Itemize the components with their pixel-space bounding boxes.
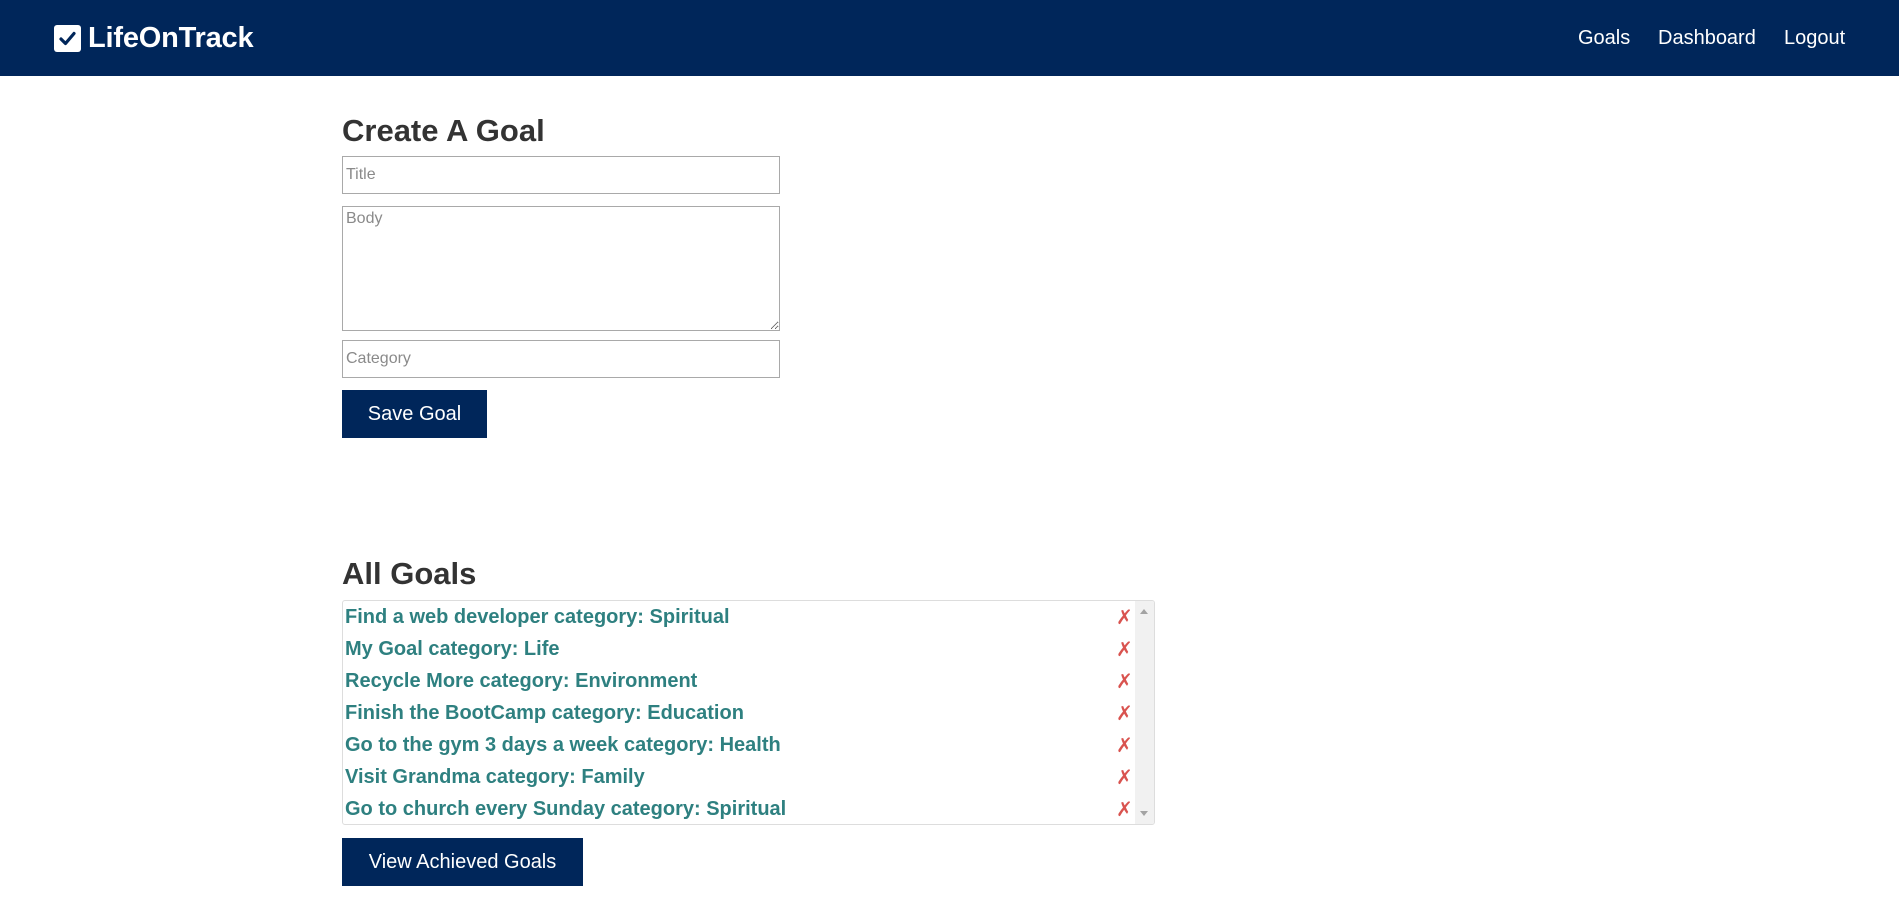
delete-icon[interactable]: ✗ [1116, 797, 1133, 821]
navbar: LifeOnTrack Goals Dashboard Logout [0, 0, 1899, 76]
delete-icon[interactable]: ✗ [1116, 605, 1133, 629]
goal-list-item: Go to the gym 3 days a week category: He… [343, 729, 1135, 761]
body-textarea[interactable] [342, 206, 780, 331]
goal-list-item: Find a web developer category: Spiritual… [343, 601, 1135, 633]
all-goals-heading: All Goals [342, 556, 477, 591]
delete-icon[interactable]: ✗ [1116, 669, 1133, 693]
goal-link[interactable]: Go to church every Sunday category: Spir… [345, 798, 786, 821]
goal-list-item: My Goal category: Life ✗ [343, 633, 1135, 665]
scroll-up-arrow-icon[interactable] [1140, 609, 1148, 614]
create-goal-heading: Create A Goal [342, 113, 545, 148]
delete-icon[interactable]: ✗ [1116, 733, 1133, 757]
brand-link[interactable]: LifeOnTrack [54, 20, 254, 56]
goal-list-item: Recycle More category: Environment ✗ [343, 665, 1135, 697]
checkbox-icon [54, 24, 81, 52]
goal-link[interactable]: Find a web developer category: Spiritual [345, 606, 730, 629]
title-input[interactable] [342, 156, 780, 194]
goal-link[interactable]: Visit Grandma category: Family [345, 766, 645, 789]
goal-list[interactable]: Find a web developer category: Spiritual… [342, 600, 1155, 825]
category-input[interactable] [342, 340, 780, 378]
view-achieved-goals-button[interactable]: View Achieved Goals [342, 838, 583, 886]
delete-icon[interactable]: ✗ [1116, 765, 1133, 789]
goal-list-scrollbar[interactable] [1135, 601, 1154, 824]
goal-link[interactable]: My Goal category: Life [345, 638, 560, 661]
goal-list-item: Visit Grandma category: Family ✗ [343, 761, 1135, 793]
delete-icon[interactable]: ✗ [1116, 701, 1133, 725]
brand-name: LifeOnTrack [88, 21, 254, 54]
nav-goals-link[interactable]: Goals [1578, 25, 1630, 51]
nav-logout-link[interactable]: Logout [1784, 25, 1845, 51]
nav-dashboard-link[interactable]: Dashboard [1658, 25, 1756, 51]
goal-list-item: Finish the BootCamp category: Education … [343, 697, 1135, 729]
goal-link[interactable]: Recycle More category: Environment [345, 670, 697, 693]
scroll-down-arrow-icon[interactable] [1140, 811, 1148, 816]
goal-link[interactable]: Finish the BootCamp category: Education [345, 702, 744, 725]
goal-list-item: Go to church every Sunday category: Spir… [343, 793, 1135, 824]
delete-icon[interactable]: ✗ [1116, 637, 1133, 661]
goal-link[interactable]: Go to the gym 3 days a week category: He… [345, 734, 781, 757]
save-goal-button[interactable]: Save Goal [342, 390, 487, 438]
